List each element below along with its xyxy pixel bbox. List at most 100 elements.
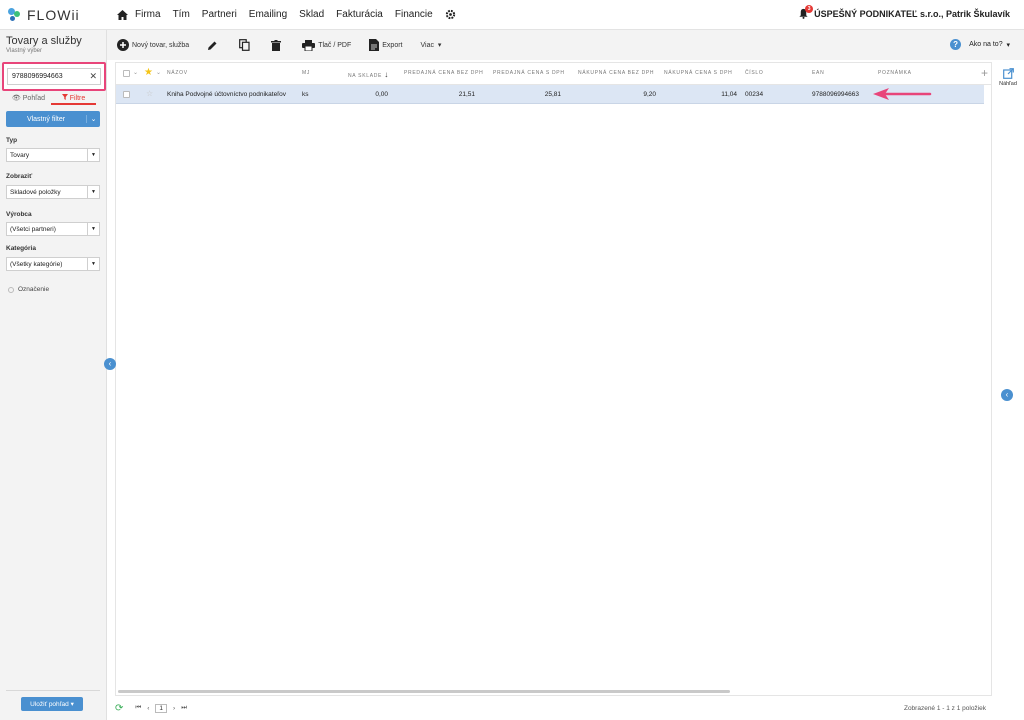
collapse-right-panel-icon[interactable]: ‹	[1001, 389, 1013, 401]
nav-emailing[interactable]: Emailing	[249, 9, 287, 20]
col-buy-net[interactable]: NÁKUPNÁ CENA BEZ DPH	[578, 70, 654, 76]
col-ean[interactable]: EAN	[812, 70, 824, 76]
more-label: Viac	[420, 41, 435, 49]
preview-button[interactable]: Náhľad	[995, 68, 1021, 87]
delete-button[interactable]	[271, 39, 284, 51]
eye-icon: 👁︎	[11, 95, 23, 102]
export-icon	[369, 39, 380, 51]
custom-filter-button[interactable]: Vlastný filter ⌄	[6, 111, 100, 127]
filter-manufacturer-value: (Všetci partneri)	[10, 225, 56, 233]
gear-icon[interactable]	[445, 9, 457, 21]
next-page-icon[interactable]: ›	[173, 705, 175, 712]
col-note[interactable]: POZNÁMKA	[878, 70, 912, 76]
col-sale-gross[interactable]: PREDAJNÁ CENA S DPH	[493, 70, 565, 76]
page-subtitle: Vlastný výber	[6, 48, 43, 54]
col-sale-net[interactable]: PREDAJNÁ CENA BEZ DPH	[404, 70, 483, 76]
col-unit[interactable]: MJ	[302, 70, 310, 76]
refresh-icon[interactable]: ⟳	[115, 703, 123, 714]
export-button[interactable]: Export	[369, 39, 403, 51]
funnel-icon	[61, 94, 70, 102]
filter-show-select[interactable]: Skladové položky ▼	[6, 185, 100, 199]
save-view-label: Uložiť pohľad	[30, 700, 69, 708]
company-user[interactable]: 3 ÚSPEŠNÝ PODNIKATEĽ s.r.o., Patrik Škul…	[798, 5, 1010, 20]
table-row[interactable]: ☆ Kniha Podvojné účtovníctvo podnikateľo…	[116, 85, 984, 104]
chevron-down-icon: ▾	[70, 701, 74, 708]
top-navigation-bar: FLOWii Firma Tím Partneri Emailing Sklad…	[0, 0, 1024, 30]
cell-buy-net: 9,20	[643, 91, 656, 98]
new-item-label: Nový tovar, služba	[132, 41, 190, 49]
grid-footer: ⟳ ⏮︎ ‹ 1 › ⏭︎ Zobrazené 1 - 1 z 1 položi…	[115, 698, 992, 718]
items-summary: Zobrazené 1 - 1 z 1 položiek	[903, 704, 986, 712]
cell-sale-net: 21,51	[458, 91, 475, 98]
current-page[interactable]: 1	[155, 703, 168, 713]
collapse-left-panel-icon[interactable]: ‹	[104, 358, 116, 370]
chevron-down-icon[interactable]: ⌄	[156, 69, 161, 76]
chevron-down-icon[interactable]: ⌄	[86, 115, 100, 123]
star-icon[interactable]: ★	[144, 67, 153, 78]
help-button[interactable]: ? Ako na to? ▾	[950, 39, 1010, 50]
search-input[interactable]	[7, 68, 101, 85]
items-grid: ⌄ ★ ⌄ NÁZOV MJ NA SKLADE ↓ PREDAJNÁ CENA…	[115, 62, 992, 696]
add-column-icon[interactable]: +	[981, 66, 988, 80]
print-label: Tlač / PDF	[318, 41, 352, 49]
logo-mark-icon	[8, 7, 22, 22]
search-highlight: ✕	[2, 62, 106, 91]
tab-filters-label: Filtre	[69, 95, 86, 102]
bell-icon[interactable]: 3	[798, 5, 814, 20]
home-icon[interactable]	[115, 8, 129, 22]
filter-manufacturer-select[interactable]: (Všetci partneri) ▼	[6, 222, 100, 236]
last-page-icon[interactable]: ⏭︎	[181, 704, 187, 712]
nav-sklad[interactable]: Sklad	[299, 9, 324, 20]
col-number[interactable]: ČÍSLO	[745, 70, 764, 76]
nav-financie[interactable]: Financie	[395, 9, 433, 20]
filter-type-label: Typ	[6, 137, 18, 144]
filter-category-select[interactable]: (Všetky kategórie) ▼	[6, 257, 100, 271]
nav-partneri[interactable]: Partneri	[202, 9, 237, 20]
more-menu[interactable]: Viac ▾	[420, 41, 442, 50]
tab-filters[interactable]: Filtre	[51, 92, 96, 105]
filter-category-label: Kategória	[6, 245, 36, 252]
grid-header: ⌄ ★ ⌄ NÁZOV MJ NA SKLADE ↓ PREDAJNÁ CENA…	[116, 63, 991, 85]
col-name[interactable]: NÁZOV	[167, 70, 188, 76]
cell-unit: ks	[302, 91, 309, 98]
duplicate-button[interactable]	[239, 39, 253, 51]
cell-number: 00234	[745, 91, 764, 98]
pager: ⏮︎ ‹ 1 › ⏭︎	[135, 703, 193, 713]
clear-search-icon[interactable]: ✕	[89, 71, 97, 82]
copy-icon	[239, 39, 250, 51]
logo[interactable]: FLOWii	[0, 7, 110, 23]
print-button[interactable]: Tlač / PDF	[302, 39, 352, 51]
pencil-icon	[208, 41, 217, 50]
caret-down-icon: ▾	[437, 42, 442, 49]
first-page-icon[interactable]: ⏮︎	[135, 704, 141, 712]
filter-manufacturer-label: Výrobca	[6, 211, 32, 218]
marked-filter-toggle[interactable]: Označenie	[8, 286, 49, 293]
cell-stock: 0,00	[375, 91, 388, 98]
help-label: Ako na to?	[969, 41, 1003, 48]
col-stock[interactable]: NA SKLADE ↓	[348, 70, 389, 79]
select-all-checkbox[interactable]	[123, 70, 130, 77]
nav-fakturacia[interactable]: Fakturácia	[336, 9, 383, 20]
horizontal-scrollbar[interactable]	[118, 690, 730, 693]
tab-view[interactable]: 👁︎ Pohľad	[6, 92, 51, 105]
prev-page-icon[interactable]: ‹	[147, 705, 149, 712]
plus-circle-icon	[117, 39, 129, 51]
external-link-icon	[1002, 68, 1014, 79]
col-buy-gross[interactable]: NÁKUPNÁ CENA S DPH	[664, 70, 732, 76]
save-view-button[interactable]: Uložiť pohľad ▾	[21, 697, 83, 711]
radio-circle-icon	[8, 286, 14, 293]
dropdown-arrow-icon: ▼	[87, 258, 99, 270]
new-item-button[interactable]: Nový tovar, služba	[117, 39, 189, 51]
filter-type-value: Tovary	[10, 151, 30, 159]
nav-firma[interactable]: Firma	[135, 9, 161, 20]
marked-label: Označenie	[18, 286, 50, 293]
star-outline-icon[interactable]: ☆	[146, 89, 153, 98]
chevron-down-icon[interactable]: ⌄	[133, 69, 138, 76]
printer-icon	[302, 39, 316, 51]
cell-ean: 9788096994663	[812, 91, 859, 98]
edit-button[interactable]	[207, 40, 221, 51]
row-checkbox[interactable]	[123, 91, 130, 98]
dropdown-arrow-icon: ▼	[87, 223, 99, 235]
nav-tim[interactable]: Tím	[173, 9, 190, 20]
filter-type-select[interactable]: Tovary ▼	[6, 148, 100, 162]
